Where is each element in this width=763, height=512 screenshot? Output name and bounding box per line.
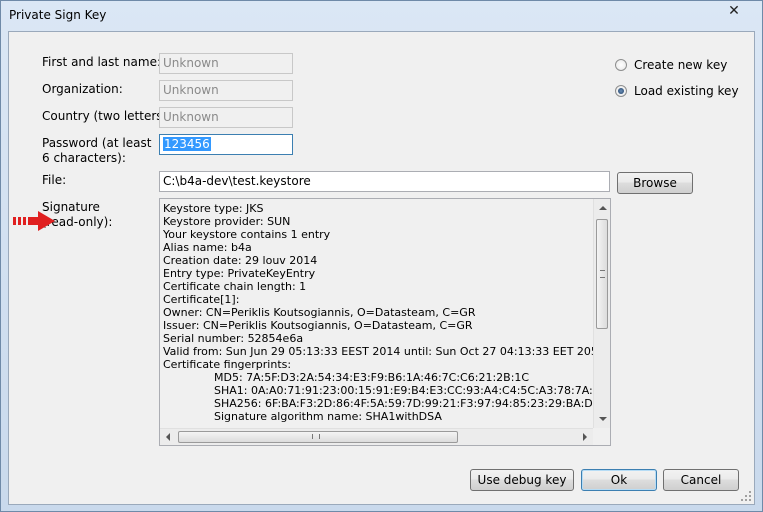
- browse-button[interactable]: Browse: [617, 172, 693, 194]
- scrollbar-corner: [593, 428, 610, 445]
- scroll-left-icon[interactable]: [166, 433, 170, 441]
- signature-line: Signature algorithm name: SHA1withDSA: [214, 410, 442, 423]
- signature-line: Certificate fingerprints:: [163, 358, 292, 371]
- country-label: Country (two letters):: [42, 109, 172, 123]
- name-field: Unknown: [159, 53, 293, 74]
- signature-line: Serial number: 52854e6a: [163, 332, 304, 345]
- password-label-line1: Password (at least: [42, 136, 152, 150]
- name-label: First and last name:: [42, 55, 161, 69]
- signature-line: SHA1: 0A:A0:71:91:23:00:15:91:E9:B4:E3:C…: [214, 384, 593, 397]
- close-icon: ✕: [728, 3, 740, 19]
- private-sign-key-dialog: Private Sign Key ✕ First and last name: …: [0, 0, 763, 512]
- close-button[interactable]: ✕: [712, 1, 756, 21]
- signature-line: Alias name: b4a: [163, 241, 252, 254]
- radio-create-new-key[interactable]: [615, 59, 627, 71]
- signature-line: Creation date: 29 louv 2014: [163, 254, 318, 267]
- scroll-right-icon[interactable]: [583, 433, 587, 441]
- signature-line: Certificate[1]:: [163, 293, 240, 306]
- signature-line: MD5: 7A:5F:D3:2A:54:34:E3:F9:B6:1A:46:7C…: [214, 371, 530, 384]
- scroll-down-icon[interactable]: [599, 417, 607, 421]
- load-existing-key-option[interactable]: Load existing key: [615, 84, 739, 98]
- signature-line: Certificate chain length: 1: [163, 280, 307, 293]
- signature-line: SHA256: 6F:BA:F3:2D:86:4F:5A:59:7D:99:21…: [214, 397, 593, 410]
- vertical-scrollbar[interactable]: [593, 199, 610, 428]
- password-label: Password (at least 6 characters):: [42, 136, 151, 166]
- dialog-client-area: First and last name: Unknown Organizatio…: [8, 31, 755, 505]
- organization-field: Unknown: [159, 80, 293, 101]
- use-debug-key-button[interactable]: Use debug key: [470, 469, 574, 491]
- ok-button[interactable]: Ok: [581, 469, 657, 491]
- signature-line: Valid from: Sun Jun 29 05:13:33 EEST 201…: [163, 345, 593, 358]
- country-field: Unknown: [159, 107, 293, 128]
- window-title: Private Sign Key: [9, 8, 107, 22]
- horizontal-scroll-thumb[interactable]: [178, 431, 458, 443]
- file-label: File:: [42, 173, 67, 187]
- organization-label: Organization:: [42, 82, 123, 96]
- signature-line: Entry type: PrivateKeyEntry: [163, 267, 316, 280]
- red-arrow-icon: [13, 211, 55, 231]
- signature-line: Owner: CN=Periklis Koutsogiannis, O=Data…: [163, 306, 476, 319]
- password-field[interactable]: 123456: [159, 134, 293, 155]
- cancel-button[interactable]: Cancel: [663, 469, 739, 491]
- signature-textbox[interactable]: Keystore type: JKS Keystore provider: SUN…: [159, 198, 611, 446]
- create-new-key-label: Create new key: [634, 58, 728, 72]
- password-selected-text: 123456: [163, 137, 211, 151]
- signature-line: Your keystore contains 1 entry: [163, 228, 331, 241]
- password-label-line2: 6 characters):: [42, 151, 126, 165]
- file-path-field[interactable]: C:\b4a-dev\test.keystore: [159, 171, 610, 192]
- create-new-key-option[interactable]: Create new key: [615, 58, 727, 72]
- signature-line: Issuer: CN=Periklis Koutsogiannis, O=Dat…: [163, 319, 473, 332]
- horizontal-scrollbar[interactable]: [160, 428, 593, 445]
- signature-line: Keystore type: JKS: [163, 202, 264, 215]
- signature-line: Keystore provider: SUN: [163, 215, 291, 228]
- radio-load-existing-key[interactable]: [615, 85, 627, 97]
- signature-text: Keystore type: JKS Keystore provider: SUN…: [163, 202, 593, 428]
- vertical-scroll-thumb[interactable]: [596, 219, 608, 329]
- resize-grip-icon[interactable]: [740, 490, 752, 502]
- load-existing-key-label: Load existing key: [634, 84, 739, 98]
- scroll-up-icon[interactable]: [599, 206, 607, 210]
- title-bar[interactable]: Private Sign Key ✕: [1, 1, 762, 31]
